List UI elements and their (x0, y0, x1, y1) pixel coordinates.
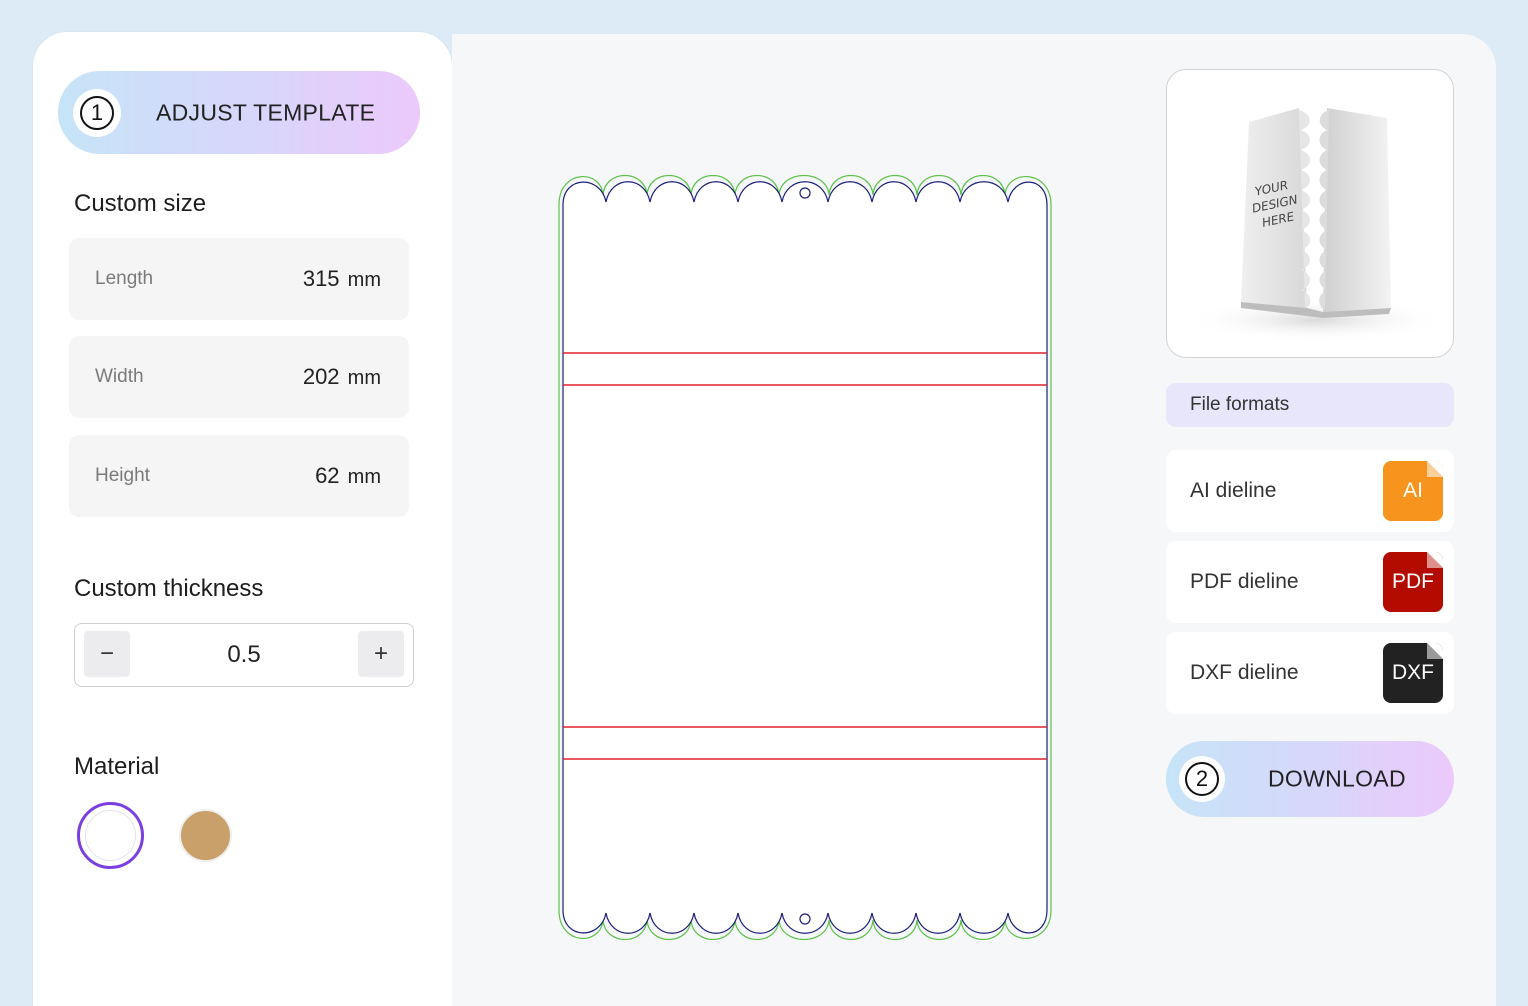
hang-hole-top (799, 187, 811, 199)
ai-file-icon: AI (1383, 461, 1443, 521)
step-number-badge: 1 (73, 88, 121, 137)
material-title: Material (74, 753, 160, 780)
width-label: Width (95, 366, 144, 387)
ai-file-icon-text: AI (1403, 479, 1423, 502)
download-button[interactable]: 2 DOWNLOAD (1166, 741, 1454, 817)
length-value-wrap: 315 mm (303, 266, 381, 292)
width-unit: mm (347, 367, 381, 389)
length-unit: mm (347, 269, 381, 291)
width-value-wrap: 202 mm (303, 364, 381, 390)
height-value-wrap: 62 mm (315, 463, 381, 489)
download-label: DOWNLOAD (1268, 765, 1406, 792)
height-value: 62 (315, 463, 340, 488)
step-number: 1 (80, 95, 114, 130)
dieline-drawing (558, 175, 1052, 940)
length-value: 315 (302, 266, 340, 291)
cut-outline (562, 181, 1048, 934)
custom-thickness-title: Custom thickness (74, 575, 264, 602)
3d-preview-card[interactable]: YOUR DESIGN HERE (1166, 69, 1454, 358)
material-kraft-swatch[interactable] (179, 809, 232, 862)
width-value: 202 (302, 364, 340, 389)
length-label: Length (95, 268, 154, 289)
file-formats-title: File formats (1166, 383, 1454, 427)
width-field[interactable]: Width 202 mm (69, 336, 409, 418)
dxf-dieline-label: DXF dieline (1190, 661, 1299, 684)
adjust-template-step[interactable]: 1 ADJUST TEMPLATE (58, 71, 420, 154)
pdf-dieline-label: PDF dieline (1190, 570, 1299, 593)
step-number-badge-2: 2 (1179, 756, 1225, 802)
ai-dieline-label: AI dieline (1190, 479, 1277, 502)
pdf-file-icon-text: PDF (1392, 570, 1434, 593)
custom-size-title: Custom size (74, 190, 207, 217)
hang-hole-bottom (799, 913, 811, 925)
height-field[interactable]: Height 62 mm (69, 435, 409, 517)
thickness-stepper: − 0.5 + (74, 623, 414, 687)
height-unit: mm (347, 466, 381, 488)
dxf-file-icon: DXF (1383, 643, 1443, 703)
dxf-file-icon-text: DXF (1392, 661, 1434, 684)
length-field[interactable]: Length 315 mm (69, 238, 409, 320)
dxf-dieline-option[interactable]: DXF dieline DXF (1166, 632, 1454, 714)
step-number-2: 2 (1185, 762, 1219, 796)
adjust-template-label: ADJUST TEMPLATE (156, 99, 376, 125)
material-white-fill (85, 810, 136, 861)
increment-button[interactable]: + (358, 631, 404, 677)
adjust-panel: 1 ADJUST TEMPLATE Custom size Length 315… (33, 32, 452, 1006)
height-label: Height (95, 465, 150, 486)
ai-dieline-option[interactable]: AI dieline AI (1166, 450, 1454, 532)
pdf-file-icon: PDF (1383, 552, 1443, 612)
mockup-right-panel (1323, 108, 1391, 312)
material-white-swatch[interactable] (77, 802, 144, 869)
box-mockup-image: YOUR DESIGN HERE (1187, 108, 1447, 342)
pdf-dieline-option[interactable]: PDF dieline PDF (1166, 541, 1454, 623)
